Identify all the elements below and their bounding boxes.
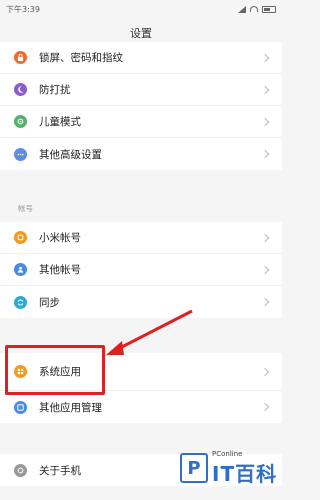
settings-item-label: 小米帐号 bbox=[39, 232, 81, 244]
settings-item-advanced[interactable]: 其他高级设置 bbox=[0, 138, 282, 170]
status-icons bbox=[238, 5, 276, 13]
child-icon bbox=[14, 115, 27, 128]
settings-item-label: 锁屏、密码和指纹 bbox=[39, 52, 123, 64]
pconline-logo: P PConline IT百科 bbox=[180, 440, 278, 496]
chevron-right-icon bbox=[260, 85, 270, 94]
settings-group-accounts: 小米帐号 其他帐号 同步 bbox=[0, 222, 282, 318]
settings-item-label: 关于手机 bbox=[39, 464, 81, 477]
settings-item-label: 其他应用管理 bbox=[39, 401, 102, 414]
chevron-right-icon bbox=[260, 117, 270, 126]
person-icon bbox=[14, 263, 27, 276]
section-label-account: 帐号 bbox=[18, 204, 33, 213]
mi-account-icon bbox=[14, 231, 27, 244]
moon-icon bbox=[14, 83, 27, 96]
settings-item-mi-account[interactable]: 小米帐号 bbox=[0, 222, 282, 254]
chevron-right-icon bbox=[260, 297, 270, 307]
settings-group-security: 锁屏、密码和指纹 防打扰 儿童模式 其他高级设置 bbox=[0, 42, 282, 170]
annotation-arrow-icon bbox=[106, 309, 193, 355]
settings-item-label: 其他高级设置 bbox=[39, 148, 102, 161]
lock-icon bbox=[14, 51, 27, 64]
settings-item-lockscreen[interactable]: 锁屏、密码和指纹 bbox=[0, 42, 282, 74]
settings-item-kids-mode[interactable]: 儿童模式 bbox=[0, 106, 282, 138]
dots-icon bbox=[14, 147, 27, 161]
chevron-right-icon bbox=[260, 53, 270, 62]
pconline-mark-icon: P bbox=[180, 453, 208, 483]
settings-item-label: 其他帐号 bbox=[39, 264, 81, 276]
settings-item-other-apps[interactable]: 其他应用管理 bbox=[0, 391, 282, 423]
settings-item-label: 儿童模式 bbox=[39, 116, 81, 128]
chevron-right-icon bbox=[260, 233, 270, 242]
pconline-brand-big: IT百科 bbox=[212, 461, 278, 486]
status-bar: 下午3:39 bbox=[0, 0, 282, 18]
settings-item-label: 同步 bbox=[39, 296, 60, 309]
chevron-right-icon bbox=[260, 367, 270, 376]
page-title: 设置 bbox=[130, 27, 152, 40]
settings-item-label: 防打扰 bbox=[39, 84, 71, 96]
battery-icon bbox=[262, 5, 276, 13]
chevron-right-icon bbox=[260, 265, 270, 274]
chevron-right-icon bbox=[260, 149, 270, 159]
status-time: 下午3:39 bbox=[6, 4, 40, 14]
settings-item-dnd[interactable]: 防打扰 bbox=[0, 74, 282, 106]
wifi-icon bbox=[250, 6, 258, 12]
info-icon bbox=[14, 463, 27, 477]
highlight-box bbox=[5, 345, 105, 395]
signal-icon bbox=[238, 5, 246, 13]
sync-icon bbox=[14, 295, 27, 309]
chevron-right-icon bbox=[260, 402, 270, 412]
settings-item-other-accounts[interactable]: 其他帐号 bbox=[0, 254, 282, 286]
pconline-brand-small: PConline bbox=[212, 449, 243, 458]
apps-icon bbox=[14, 400, 27, 414]
pconline-text: PConline IT百科 bbox=[212, 450, 277, 487]
